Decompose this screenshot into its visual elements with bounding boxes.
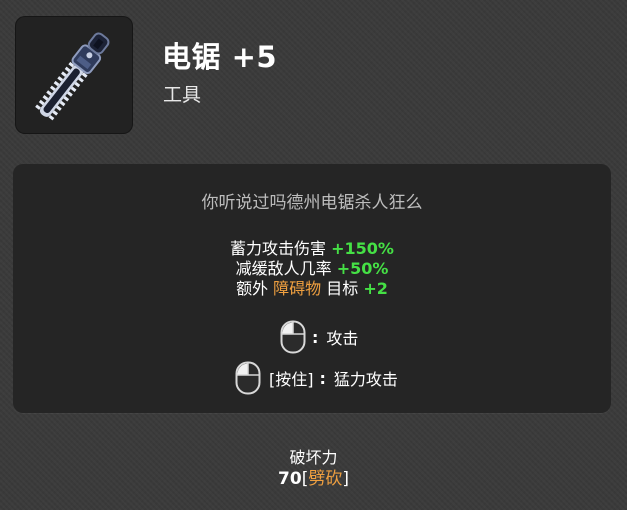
chainsaw-icon <box>35 32 110 121</box>
stat-value: +2 <box>363 279 388 298</box>
mouse-left-click-icon <box>280 320 306 354</box>
control-heavy-attack: [按住] : 猛力攻击 <box>235 361 398 395</box>
keyword-obstacle: 障碍物 <box>273 279 322 298</box>
hold-label: [按住] <box>269 370 314 389</box>
stat-middle: 目标 <box>321 279 364 298</box>
stat-slow-chance: 减缓敌人几率 +50% <box>13 259 611 279</box>
control-separator: : <box>319 368 326 388</box>
description-panel: 你听说过吗德州电锯杀人狂么 蓄力攻击伤害 +150% 减缓敌人几率 +50% 额… <box>13 164 611 413</box>
control-action: 攻击 <box>326 329 359 348</box>
item-name: 电锯 +5 <box>162 40 278 74</box>
damage-type-close: ] <box>342 469 349 489</box>
stat-label: 减缓敌人几率 <box>235 259 337 278</box>
flavor-text: 你听说过吗德州电锯杀人狂么 <box>201 193 423 213</box>
stat-label: 蓄力攻击伤害 <box>230 239 332 258</box>
control-primary-attack: : 攻击 <box>280 320 358 354</box>
stat-value: +150% <box>331 239 394 258</box>
stat-prefix: 额外 <box>236 279 274 298</box>
item-type: 工具 <box>163 84 202 106</box>
stat-value: +50% <box>336 259 389 278</box>
damage-type: 劈砍 <box>308 469 343 489</box>
control-action: 猛力攻击 <box>333 370 398 389</box>
stats-list: 蓄力攻击伤害 +150% 减缓敌人几率 +50% 额外 障碍物 目标 +2 <box>13 239 611 299</box>
stat-charged-damage: 蓄力攻击伤害 +150% <box>13 239 611 259</box>
damage-value-row: 70[劈砍] <box>0 464 627 489</box>
item-icon-frame <box>15 16 133 134</box>
control-separator: : <box>312 327 319 347</box>
mouse-left-click-icon <box>235 361 261 395</box>
stat-extra-target: 额外 障碍物 目标 +2 <box>13 279 611 299</box>
damage-value: 70 <box>278 469 302 489</box>
